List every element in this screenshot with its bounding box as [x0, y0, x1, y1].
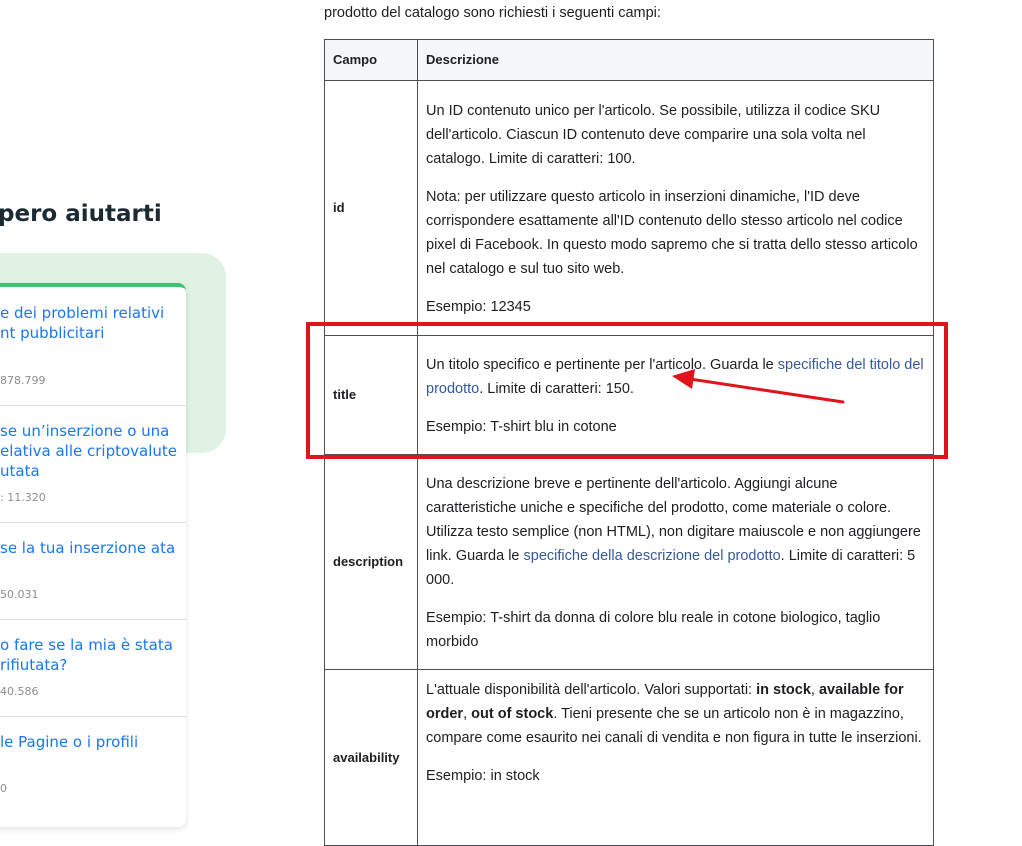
table-row: description Una descrizione breve e pert… — [324, 454, 934, 670]
article-views: 878.799 — [0, 374, 46, 387]
article-views: : 11.320 — [0, 491, 46, 504]
field-description: L'attuale disponibilità dell'articolo. V… — [417, 669, 934, 846]
field-description: Un ID contenuto unico per l'articolo. Se… — [417, 80, 934, 336]
article-item[interactable]: o fare se la mia è stata rifiutata? 40.5… — [0, 619, 186, 717]
field-description: Un titolo specifico e pertinente per l'a… — [417, 335, 934, 455]
table-row: id Un ID contenuto unico per l'articolo.… — [324, 80, 934, 336]
article-item[interactable]: se un’inserzione o una elativa alle crip… — [0, 405, 186, 523]
article-title[interactable]: e dei problemi relativi nt pubblicitari — [0, 303, 180, 343]
article-title[interactable]: o fare se la mia è stata rifiutata? — [0, 635, 180, 675]
field-name: title — [324, 335, 418, 455]
description-paragraph: Un titolo specifico e pertinente per l'a… — [426, 356, 924, 397]
catalog-fields-table: Campo Descrizione id Un ID contenuto uni… — [324, 39, 934, 846]
description-paragraph: Un ID contenuto unico per l'articolo. Se… — [426, 102, 881, 167]
field-description: Una descrizione breve e pertinente dell'… — [417, 454, 934, 670]
description-example: Esempio: in stock — [426, 768, 540, 784]
description-example: Esempio: T-shirt blu in cotone — [426, 418, 617, 435]
description-note: Nota: per utilizzare questo articolo in … — [426, 188, 918, 277]
description-paragraph: L'attuale disponibilità dell'articolo. V… — [426, 682, 922, 746]
description-spec-link[interactable]: specifiche della descrizione del prodott… — [524, 548, 781, 564]
column-header-field: Campo — [324, 39, 418, 81]
article-views: 50.031 — [0, 588, 39, 601]
table-row: availability L'attuale disponibilità del… — [324, 669, 934, 846]
field-name: description — [324, 454, 418, 670]
article-title[interactable]: se un’inserzione o una elativa alle crip… — [0, 421, 180, 481]
article-title[interactable]: se la tua inserzione ata — [0, 538, 180, 558]
article-title[interactable]: le Pagine o i profili — [0, 732, 180, 752]
article-views: 0 — [0, 782, 7, 795]
column-header-description: Descrizione — [417, 39, 934, 81]
article-item[interactable]: le Pagine o i profili 0 — [0, 716, 186, 827]
intro-text: prodotto del catalogo sono richiesti i s… — [324, 5, 661, 21]
description-example: Esempio: 12345 — [426, 298, 531, 315]
description-paragraph: Una descrizione breve e pertinente dell'… — [426, 475, 921, 588]
table-row: title Un titolo specifico e pertinente p… — [324, 335, 934, 455]
table-header-row: Campo Descrizione — [324, 39, 934, 81]
field-name: availability — [324, 669, 418, 846]
article-item[interactable]: se la tua inserzione ata 50.031 — [0, 522, 186, 620]
field-name: id — [324, 80, 418, 336]
article-card: e dei problemi relativi nt pubblicitari … — [0, 283, 186, 827]
article-views: 40.586 — [0, 685, 39, 698]
article-item[interactable]: e dei problemi relativi nt pubblicitari … — [0, 287, 186, 406]
help-heading: pero aiutarti — [0, 201, 162, 227]
description-example: Esempio: T-shirt da donna di colore blu … — [426, 609, 881, 650]
